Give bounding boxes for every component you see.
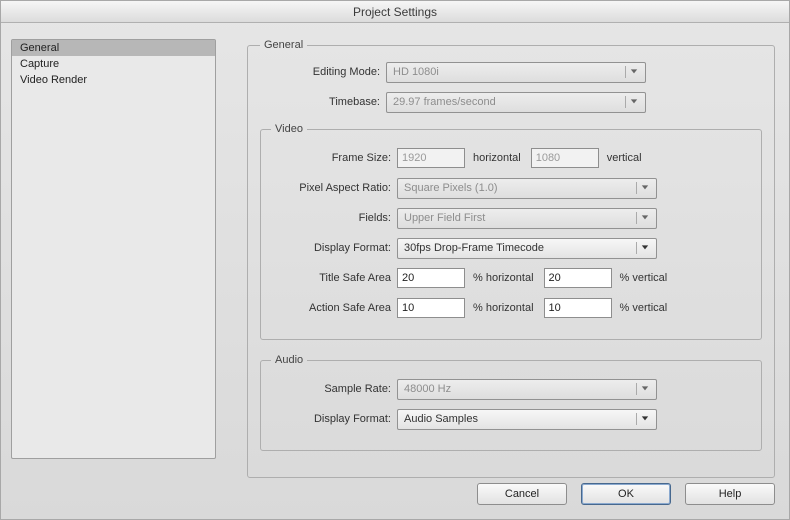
window-title: Project Settings xyxy=(1,1,789,23)
action-safe-label: Action Safe Area xyxy=(271,302,391,314)
timebase-value: 29.97 frames/second xyxy=(393,96,496,108)
chevron-down-icon xyxy=(636,383,652,395)
audio-display-format-label: Display Format: xyxy=(271,413,391,425)
editing-mode-label: Editing Mode: xyxy=(260,66,380,78)
audio-display-format-dropdown[interactable]: Audio Samples xyxy=(397,409,657,430)
sidebar-item-video-render[interactable]: Video Render xyxy=(12,72,215,88)
pixel-aspect-value: Square Pixels (1.0) xyxy=(404,182,498,194)
frame-width-input xyxy=(397,148,465,168)
sidebar-item-capture[interactable]: Capture xyxy=(12,56,215,72)
timebase-dropdown: 29.97 frames/second xyxy=(386,92,646,113)
video-display-format-label: Display Format: xyxy=(271,242,391,254)
audio-group: Audio Sample Rate: 48000 Hz Display Form… xyxy=(260,354,762,451)
chevron-down-icon xyxy=(625,96,641,108)
chevron-down-icon xyxy=(636,212,652,224)
audio-display-format-value: Audio Samples xyxy=(404,413,478,425)
sample-rate-value: 48000 Hz xyxy=(404,383,451,395)
frame-height-input xyxy=(531,148,599,168)
chevron-down-icon xyxy=(625,66,641,78)
fields-dropdown: Upper Field First xyxy=(397,208,657,229)
timebase-label: Timebase: xyxy=(260,96,380,108)
frame-size-label: Frame Size: xyxy=(271,152,391,164)
editing-mode-value: HD 1080i xyxy=(393,66,439,78)
chevron-down-icon xyxy=(636,413,652,425)
settings-category-list[interactable]: General Capture Video Render xyxy=(11,39,216,459)
frame-vertical-label: vertical xyxy=(607,152,642,164)
pixel-aspect-dropdown: Square Pixels (1.0) xyxy=(397,178,657,199)
action-safe-h-unit: % horizontal xyxy=(473,302,534,314)
general-group: General Editing Mode: HD 1080i Timebase:… xyxy=(247,39,775,478)
chevron-down-icon xyxy=(636,242,652,254)
dialog-button-row: Cancel OK Help xyxy=(477,483,775,505)
pixel-aspect-label: Pixel Aspect Ratio: xyxy=(271,182,391,194)
video-legend: Video xyxy=(271,123,307,135)
fields-label: Fields: xyxy=(271,212,391,224)
action-safe-h-input[interactable] xyxy=(397,298,465,318)
project-settings-window: Project Settings General Capture Video R… xyxy=(0,0,790,520)
editing-mode-dropdown: HD 1080i xyxy=(386,62,646,83)
general-legend: General xyxy=(260,39,307,51)
fields-value: Upper Field First xyxy=(404,212,485,224)
action-safe-v-unit: % vertical xyxy=(620,302,668,314)
title-safe-h-input[interactable] xyxy=(397,268,465,288)
title-safe-v-input[interactable] xyxy=(544,268,612,288)
title-safe-v-unit: % vertical xyxy=(620,272,668,284)
chevron-down-icon xyxy=(636,182,652,194)
sample-rate-dropdown: 48000 Hz xyxy=(397,379,657,400)
help-button[interactable]: Help xyxy=(685,483,775,505)
frame-horizontal-label: horizontal xyxy=(473,152,521,164)
action-safe-v-input[interactable] xyxy=(544,298,612,318)
content-area: General Capture Video Render General Edi… xyxy=(11,31,779,469)
video-display-format-dropdown[interactable]: 30fps Drop-Frame Timecode xyxy=(397,238,657,259)
sample-rate-label: Sample Rate: xyxy=(271,383,391,395)
title-safe-h-unit: % horizontal xyxy=(473,272,534,284)
sidebar-item-general[interactable]: General xyxy=(12,40,215,56)
general-panel: General Editing Mode: HD 1080i Timebase:… xyxy=(231,31,779,469)
title-safe-label: Title Safe Area xyxy=(271,272,391,284)
ok-button[interactable]: OK xyxy=(581,483,671,505)
video-display-format-value: 30fps Drop-Frame Timecode xyxy=(404,242,544,254)
video-group: Video Frame Size: horizontal vertical Pi… xyxy=(260,123,762,340)
cancel-button[interactable]: Cancel xyxy=(477,483,567,505)
audio-legend: Audio xyxy=(271,354,307,366)
